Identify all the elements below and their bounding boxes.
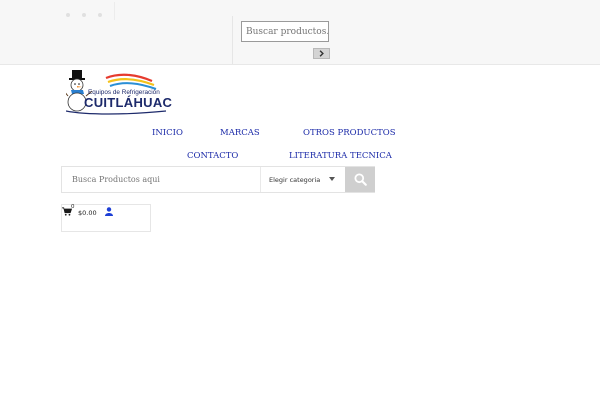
search-icon — [353, 173, 367, 186]
nav-item-marcas[interactable]: MARCAS — [220, 128, 260, 138]
social-link-3[interactable] — [98, 13, 102, 17]
chevron-down-icon — [329, 177, 335, 181]
logo-wordmark: CUITLÁHUAC — [84, 95, 173, 110]
nav-item-otros-productos[interactable]: OTROS PRODUCTOS — [303, 128, 396, 138]
user-icon[interactable] — [105, 207, 113, 216]
chevron-right-icon — [319, 50, 324, 57]
social-link-2[interactable] — [82, 13, 86, 17]
product-search-button[interactable] — [345, 167, 375, 192]
social-link-1[interactable] — [66, 13, 70, 17]
top-divider — [232, 16, 233, 64]
nav-item-literatura-tecnica[interactable]: LITERATURA TECNICA — [289, 151, 392, 161]
nav-item-contacto[interactable]: CONTACTO — [187, 151, 238, 161]
cart-total: $0.00 — [78, 209, 97, 217]
top-search-input[interactable] — [241, 21, 329, 42]
top-social-links — [60, 2, 115, 20]
category-select-value: Elegir categoria — [269, 176, 321, 184]
search-divider — [260, 167, 261, 192]
product-search-input[interactable] — [62, 167, 260, 192]
top-search-button[interactable] — [313, 48, 330, 59]
nav-item-inicio[interactable]: INICIO — [152, 128, 183, 138]
product-search-form: Elegir categoria — [61, 166, 375, 193]
cart-count-badge: 0 — [71, 204, 75, 210]
